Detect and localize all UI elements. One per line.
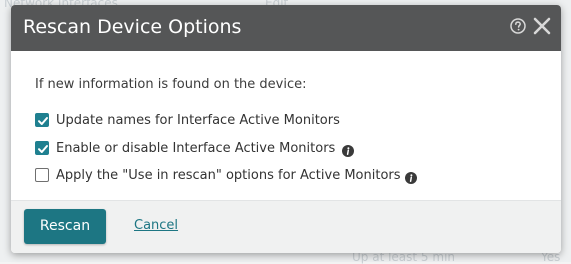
update-names-checkbox[interactable] <box>35 113 49 127</box>
info-icon[interactable] <box>405 169 417 184</box>
option-label: Apply the "Use in rescan" options for Ac… <box>56 168 401 183</box>
dialog-header: Rescan Device Options <box>11 5 561 51</box>
cancel-link[interactable]: Cancel <box>134 218 178 234</box>
dialog-footer: Rescan Cancel <box>11 200 561 253</box>
rescan-button[interactable]: Rescan <box>24 209 106 244</box>
checkmark-icon <box>38 145 48 153</box>
info-icon[interactable] <box>342 142 354 157</box>
enable-disable-checkbox[interactable] <box>35 141 49 155</box>
dialog-body: If new information is found on the devic… <box>11 51 561 200</box>
help-icon[interactable] <box>510 18 526 34</box>
apply-use-in-rescan-checkbox[interactable] <box>35 168 49 182</box>
option-label: Update names for Interface Active Monito… <box>56 113 340 128</box>
option-label: Enable or disable Interface Active Monit… <box>56 141 336 156</box>
checkmark-icon <box>38 117 48 125</box>
rescan-device-options-dialog: Rescan Device Options If new information… <box>11 5 561 253</box>
dialog-title: Rescan Device Options <box>23 16 242 38</box>
close-icon[interactable] <box>533 17 551 35</box>
intro-text: If new information is found on the devic… <box>35 77 307 92</box>
